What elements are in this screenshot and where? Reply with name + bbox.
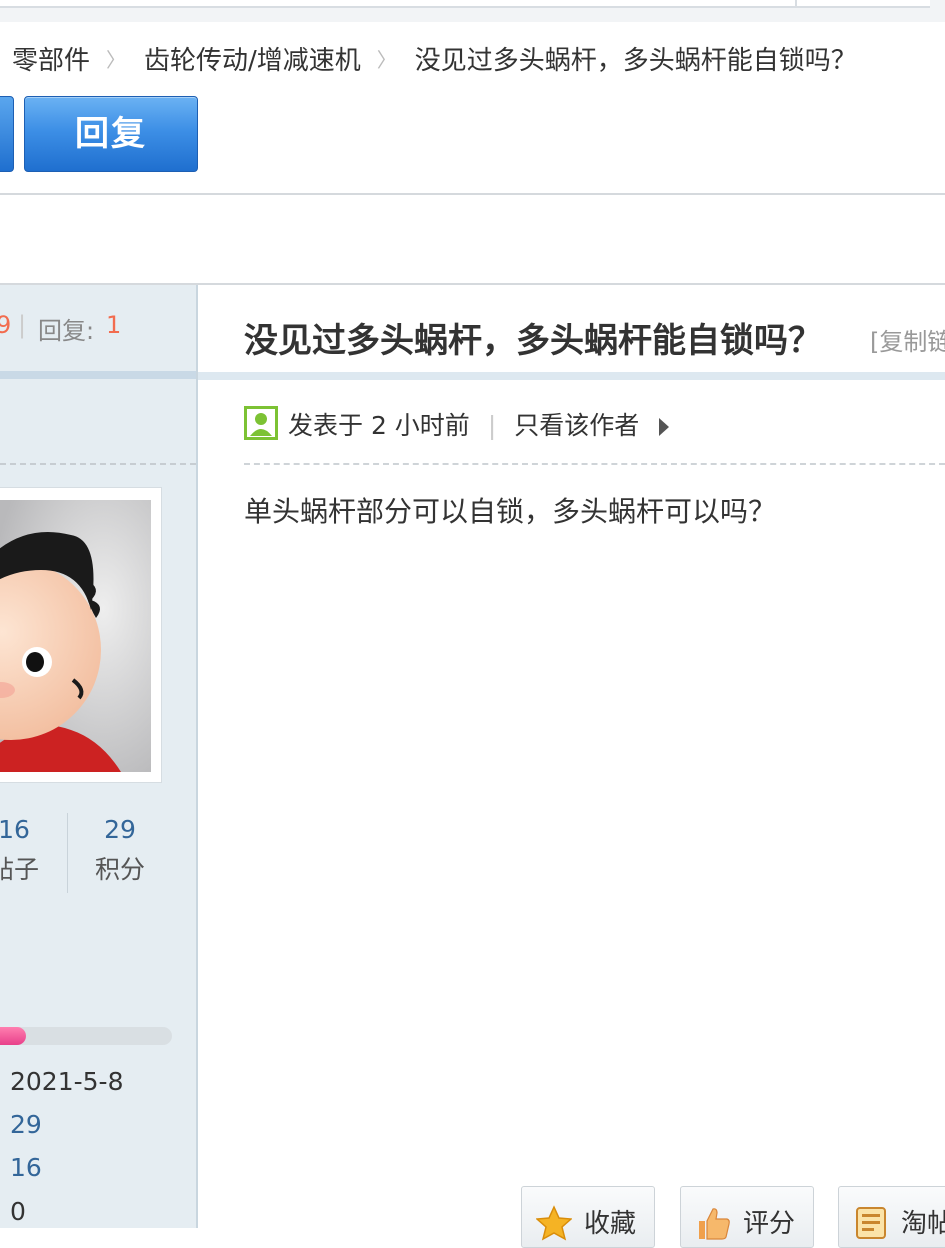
top-search-strip [0,0,945,22]
reply-label: 回复: [38,317,95,345]
user-icon [244,406,278,440]
level-progress-fill [0,1027,27,1045]
favorite-button[interactable]: 收藏 [521,1186,655,1248]
only-author-link[interactable]: 只看该作者 [514,411,639,440]
points-count[interactable]: 29 [90,815,150,844]
search-box-divider [795,0,797,6]
copy-link[interactable]: [复制链接] [870,322,945,357]
star-icon [536,1205,572,1241]
register-date: 2021-5-8 [10,1067,124,1096]
view-count: 9 [0,311,12,339]
info-points-value[interactable]: 29 [10,1110,42,1139]
post-meta: 发表于 2 小时前 | 只看该作者 [288,406,670,442]
collection-icon [856,1207,886,1239]
breadcrumb: 零部件〉齿轮传动/增减速机〉没见过多头蜗杆，多头蜗杆能自锁吗？ [12,40,857,77]
stats-separator: | [18,311,27,339]
post-body: 单头蜗杆部分可以自锁，多头蜗杆可以吗？ [244,495,777,528]
breadcrumb-item-current[interactable]: 没见过多头蜗杆，多头蜗杆能自锁吗？ [415,46,857,76]
info-value: 0 [10,1197,26,1226]
avatar-frame [0,487,162,783]
arrow-right-icon[interactable] [659,418,670,436]
sidebar-divider [0,463,196,465]
author-posts-stat[interactable]: 16 帖子 [0,815,44,886]
collect-label: 淘帖 [901,1209,945,1239]
search-box-edge[interactable] [0,0,930,8]
post-time: 发表于 2 小时前 [288,411,470,440]
avatar[interactable] [0,500,151,772]
meta-separator: | [487,411,497,440]
collect-button[interactable]: 淘帖 [838,1186,945,1248]
favorite-label: 收藏 [584,1209,637,1239]
breadcrumb-separator: 〉 [106,48,127,72]
level-progress-bar [0,1027,172,1045]
author-sidebar: 9 | 回复: 1 16 帖子 29 积分 2021-5-8 29 16 0 [0,285,198,1228]
posts-label: 帖子 [0,855,39,884]
points-label: 积分 [94,855,145,884]
new-post-button[interactable] [0,96,14,172]
thread-stats: 9 | 回复: 1 [0,285,196,371]
reply-button[interactable]: 回复 [24,96,198,172]
stats-divider [67,813,68,893]
reply-count: 1 [106,311,122,339]
info-posts-value[interactable]: 16 [10,1153,42,1182]
sidebar-header-bar [0,371,196,379]
author-points-stat[interactable]: 29 积分 [90,815,150,886]
thumbs-up-icon [699,1208,730,1240]
breadcrumb-item-gear[interactable]: 齿轮传动/增减速机 [144,46,361,76]
rate-label: 评分 [743,1209,796,1239]
spacer-band [0,195,945,283]
posts-count[interactable]: 16 [0,815,44,844]
post-divider [244,463,945,465]
post-title: 没见过多头蜗杆，多头蜗杆能自锁吗？ [244,321,822,361]
breadcrumb-separator: 〉 [376,48,397,72]
post-header-bar [198,372,945,380]
breadcrumb-item-parts[interactable]: 零部件 [12,46,90,76]
rate-button[interactable]: 评分 [680,1186,814,1248]
